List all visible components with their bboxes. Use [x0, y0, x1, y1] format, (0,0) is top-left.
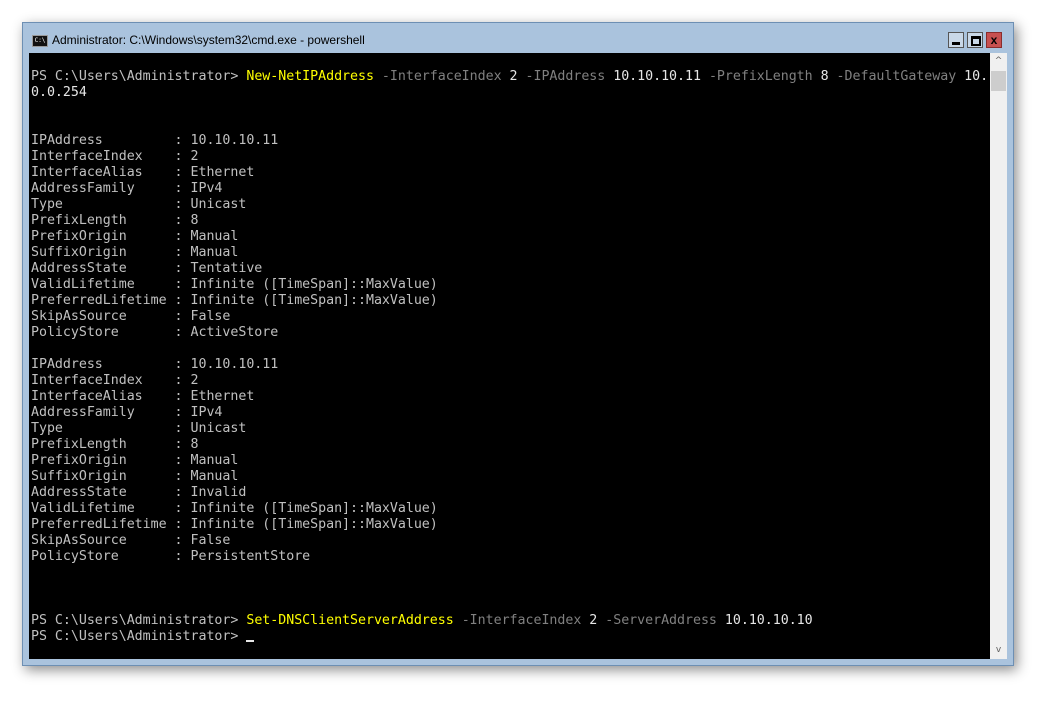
- output-text: SkipAsSource : False: [31, 533, 231, 548]
- scroll-down-button[interactable]: v: [990, 642, 1007, 659]
- terminal-line: AddressState : Tentative: [31, 261, 988, 277]
- output-text: SuffixOrigin : Manual: [31, 245, 239, 260]
- terminal-line: SkipAsSource : False: [31, 309, 988, 325]
- title-bar[interactable]: C:\ Administrator: C:\Windows\system32\c…: [23, 23, 1013, 53]
- terminal-line: InterfaceAlias : Ethernet: [31, 165, 988, 181]
- output-text: SkipAsSource : False: [31, 309, 231, 324]
- output-text: InterfaceIndex : 2: [31, 373, 199, 388]
- output-text: 8: [812, 69, 829, 84]
- parameter-text: -DefaultGateway: [828, 69, 957, 84]
- output-text: PreferredLifetime : Infinite ([TimeSpan]…: [31, 517, 438, 532]
- terminal-line: AddressState : Invalid: [31, 485, 988, 501]
- scroll-up-button[interactable]: ^: [990, 53, 1007, 70]
- terminal-line: PrefixOrigin : Manual: [31, 453, 988, 469]
- terminal-line: PrefixOrigin : Manual: [31, 229, 988, 245]
- command-text: New-NetIPAddress: [246, 69, 374, 84]
- output-text: PolicyStore : ActiveStore: [31, 325, 279, 340]
- parameter-text: -InterfaceIndex: [453, 613, 582, 628]
- terminal-lines: PS C:\Users\Administrator> New-NetIPAddr…: [31, 69, 988, 645]
- output-text: AddressState : Tentative: [31, 261, 263, 276]
- output-text: ValidLifetime : Infinite ([TimeSpan]::Ma…: [31, 277, 438, 292]
- terminal-line: PS C:\Users\Administrator> New-NetIPAddr…: [31, 69, 988, 85]
- output-text: InterfaceAlias : Ethernet: [31, 389, 255, 404]
- scroll-thumb[interactable]: [991, 71, 1006, 91]
- terminal-line: InterfaceIndex : 2: [31, 149, 988, 165]
- window-title: Administrator: C:\Windows\system32\cmd.e…: [52, 33, 365, 47]
- terminal-line: PrefixLength : 8: [31, 213, 988, 229]
- output-text: 0.0.254: [31, 85, 87, 100]
- output-text: IPAddress : 10.10.10.11: [31, 357, 279, 372]
- output-text: 10.10.10.11: [605, 69, 701, 84]
- output-text: InterfaceIndex : 2: [31, 149, 199, 164]
- terminal-line: Type : Unicast: [31, 197, 988, 213]
- terminal-line: IPAddress : 10.10.10.11: [31, 357, 988, 373]
- terminal-line: SkipAsSource : False: [31, 533, 988, 549]
- terminal-line: PreferredLifetime : Infinite ([TimeSpan]…: [31, 517, 988, 533]
- terminal-line: PolicyStore : ActiveStore: [31, 325, 988, 341]
- terminal-line: ValidLifetime : Infinite ([TimeSpan]::Ma…: [31, 277, 988, 293]
- terminal-line: IPAddress : 10.10.10.11: [31, 133, 988, 149]
- terminal-line: PolicyStore : PersistentStore: [31, 549, 988, 565]
- terminal-line: Type : Unicast: [31, 421, 988, 437]
- output-text: 2: [581, 613, 598, 628]
- console-app-icon[interactable]: C:\: [32, 35, 48, 47]
- terminal-line: PS C:\Users\Administrator>: [31, 629, 988, 645]
- output-text: AddressState : Invalid: [31, 485, 247, 500]
- maximize-button[interactable]: [967, 32, 983, 48]
- console-window: C:\ Administrator: C:\Windows\system32\c…: [22, 22, 1014, 666]
- parameter-text: -IPAddress: [517, 69, 606, 84]
- terminal-line: AddressFamily : IPv4: [31, 181, 988, 197]
- output-text: Type : Unicast: [31, 421, 247, 436]
- output-text: AddressFamily : IPv4: [31, 181, 223, 196]
- terminal-line: SuffixOrigin : Manual: [31, 245, 988, 261]
- terminal-line: AddressFamily : IPv4: [31, 405, 988, 421]
- output-text: PS C:\Users\Administrator>: [31, 69, 247, 84]
- output-text: PreferredLifetime : Infinite ([TimeSpan]…: [31, 293, 438, 308]
- output-text: Type : Unicast: [31, 197, 247, 212]
- output-text: InterfaceAlias : Ethernet: [31, 165, 255, 180]
- output-text: PrefixLength : 8: [31, 213, 199, 228]
- terminal-line: PreferredLifetime : Infinite ([TimeSpan]…: [31, 293, 988, 309]
- output-text: PS C:\Users\Administrator>: [31, 629, 247, 644]
- parameter-text: -ServerAddress: [597, 613, 717, 628]
- output-text: ValidLifetime : Infinite ([TimeSpan]::Ma…: [31, 501, 438, 516]
- output-text: PrefixOrigin : Manual: [31, 453, 239, 468]
- output-text: PrefixOrigin : Manual: [31, 229, 239, 244]
- output-text: PrefixLength : 8: [31, 437, 199, 452]
- minimize-button[interactable]: [948, 32, 964, 48]
- command-text: Set-DNSClientServerAddress: [246, 613, 454, 628]
- output-text: PS C:\Users\Administrator>: [31, 613, 247, 628]
- parameter-text: -InterfaceIndex: [373, 69, 502, 84]
- output-text: 10.10.10.10: [716, 613, 813, 628]
- terminal-line: InterfaceIndex : 2: [31, 373, 988, 389]
- close-button[interactable]: x: [986, 32, 1002, 48]
- terminal-output[interactable]: PS C:\Users\Administrator> New-NetIPAddr…: [29, 53, 990, 659]
- output-text: AddressFamily : IPv4: [31, 405, 223, 420]
- parameter-text: -PrefixLength: [700, 69, 813, 84]
- terminal-line: PrefixLength : 8: [31, 437, 988, 453]
- output-text: 10.: [956, 69, 989, 84]
- output-text: SuffixOrigin : Manual: [31, 469, 239, 484]
- output-text: IPAddress : 10.10.10.11: [31, 133, 279, 148]
- terminal-line: SuffixOrigin : Manual: [31, 469, 988, 485]
- output-text: PolicyStore : PersistentStore: [31, 549, 311, 564]
- vertical-scrollbar[interactable]: ^ v: [990, 53, 1007, 659]
- output-text: 2: [501, 69, 518, 84]
- terminal-line: PS C:\Users\Administrator> Set-DNSClient…: [31, 613, 988, 629]
- terminal-line: ValidLifetime : Infinite ([TimeSpan]::Ma…: [31, 501, 988, 517]
- text-cursor: [246, 640, 255, 642]
- terminal-line: 0.0.254: [31, 85, 988, 101]
- terminal-line: InterfaceAlias : Ethernet: [31, 389, 988, 405]
